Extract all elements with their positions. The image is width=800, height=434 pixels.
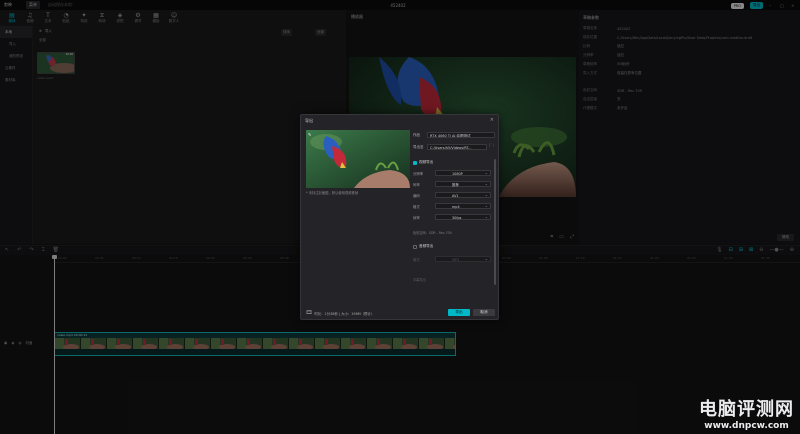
setting-select[interactable]: 推荐 xyxy=(435,181,491,187)
cover-note: * 未标注封面图，默认使用视频首帧 xyxy=(306,191,359,195)
path-label: 导出至 xyxy=(413,144,424,149)
site-watermark: 电脑评测网 www.dnpcw.com xyxy=(699,395,794,431)
folder-icon[interactable]: 🗀 xyxy=(489,143,494,151)
setting-select[interactable]: 1080P xyxy=(435,170,491,176)
watermark-name: 电脑评测网 xyxy=(699,399,794,420)
export-dialog: 导出 × ✎ * 未标注封面图，默认使用视频首帧 作品 RTX 4060 Ti … xyxy=(300,114,499,320)
video-setting-row: 分辨率 1080P xyxy=(413,170,491,176)
name-field-row: 作品 RTX 4060 Ti AI 绘图测试 xyxy=(413,132,495,138)
subtitle-export-hint[interactable]: 字幕导出 xyxy=(413,277,426,282)
video-setting-row: 编码 AV1 xyxy=(413,192,491,198)
path-field-row: 导出至 C:/Users/h5/Videos/RT... 🗀 xyxy=(413,143,494,151)
video-setting-row: 帧率 30fps xyxy=(413,214,491,220)
footer-info-text: 时长：1分38秒 | 大小：196M（预计） xyxy=(314,311,375,316)
dialog-title: 导出 xyxy=(305,118,313,123)
audio-format-row: 格式 MP3 xyxy=(413,256,491,262)
setting-select[interactable]: AV1 xyxy=(435,192,491,198)
edit-cover-icon[interactable]: ✎ xyxy=(308,132,311,137)
name-input[interactable]: RTX 4060 Ti AI 绘图测试 xyxy=(427,132,495,138)
video-setting-row: 码率 推荐 xyxy=(413,181,491,187)
color-space-info: 色彩空间：SDR - Rec.709 xyxy=(413,231,452,235)
cancel-button[interactable]: 取消 xyxy=(473,309,495,316)
export-button[interactable]: 导出 xyxy=(448,309,470,316)
editor-window: 剪映 菜单 自动保存本地： 452402 PRO 导出 – □ × ▤ 媒体 ♫ 音频… xyxy=(0,0,800,434)
audio-export-section[interactable]: 音频导出 xyxy=(413,244,433,249)
setting-label: 格式 xyxy=(413,204,420,209)
setting-label: 编码 xyxy=(413,193,420,198)
setting-select[interactable]: mp4 xyxy=(435,203,491,209)
setting-label: 码率 xyxy=(413,182,420,187)
name-label: 作品 xyxy=(413,132,420,137)
audio-format-select[interactable]: MP3 xyxy=(435,256,491,262)
video-export-checkbox[interactable] xyxy=(413,160,417,165)
audio-format-label: 格式 xyxy=(413,257,420,262)
video-setting-row: 格式 mp4 xyxy=(413,203,491,209)
setting-label: 分辨率 xyxy=(413,171,424,176)
audio-export-label: 音频导出 xyxy=(419,244,434,248)
watermark-url: www.dnpcw.com xyxy=(704,421,789,431)
path-input[interactable]: C:/Users/h5/Videos/RT... xyxy=(427,144,487,150)
dialog-footer-info: 🎞 时长：1分38秒 | 大小：196M（预计） xyxy=(306,310,374,316)
audio-export-checkbox[interactable] xyxy=(413,244,417,249)
dialog-scrollbar[interactable] xyxy=(494,159,496,285)
video-export-section[interactable]: 视频导出 xyxy=(413,160,433,165)
film-icon: 🎞 xyxy=(306,310,313,316)
setting-select[interactable]: 30fps xyxy=(435,214,491,220)
dialog-close-icon[interactable]: × xyxy=(490,117,494,123)
setting-label: 帧率 xyxy=(413,215,420,220)
cover-preview[interactable]: ✎ xyxy=(306,130,410,188)
video-export-label: 视频导出 xyxy=(419,160,434,164)
